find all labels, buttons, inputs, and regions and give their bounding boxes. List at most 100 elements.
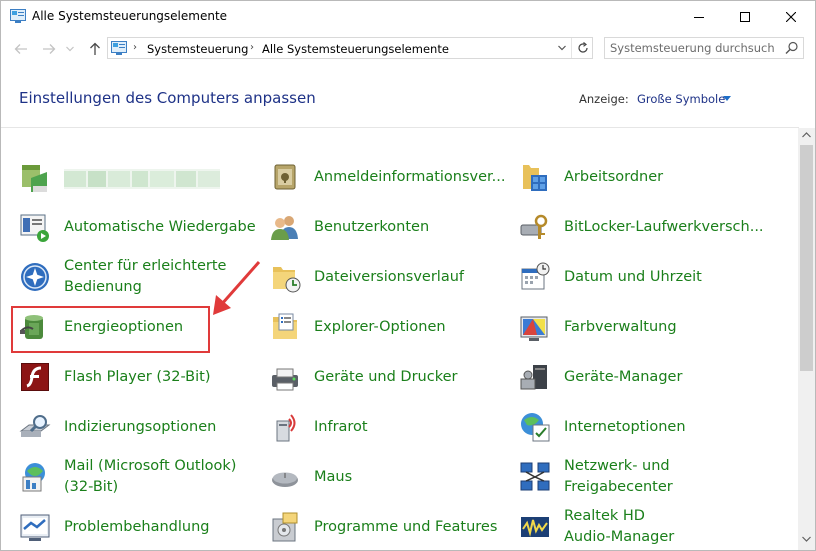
item-netzwerk-und-freigabecenter[interactable]: Netzwerk- und Freigabecenter — [519, 455, 779, 499]
minimize-icon — [694, 16, 704, 18]
address-bar[interactable]: › Systemsteuerung › Alle Systemsteuerung… — [107, 37, 593, 59]
item-geraete-manager[interactable]: Geräte-Manager — [519, 355, 779, 399]
scroll-down-icon[interactable] — [802, 536, 811, 542]
item-indizierungsoptionen[interactable]: Indizierungsoptionen — [19, 405, 259, 449]
item-label: Flash Player (32-Bit) — [64, 368, 211, 385]
window-title: Alle Systemsteuerungselemente — [32, 9, 228, 23]
item-problembehandlung[interactable]: Problembehandlung — [19, 505, 259, 549]
scroll-thumb[interactable] — [800, 145, 813, 371]
recent-locations-button[interactable] — [63, 41, 77, 57]
dropdown-triangle-icon[interactable] — [723, 96, 731, 101]
up-button[interactable] — [85, 41, 105, 57]
vertical-scrollbar[interactable] — [798, 128, 815, 550]
item-dateiversionsverlauf[interactable]: Dateiversionsverlauf — [269, 255, 509, 299]
troubleshooting-icon — [20, 514, 50, 541]
page-title: Einstellungen des Computers anpassen — [19, 89, 316, 107]
item-label: Farbverwaltung — [564, 318, 677, 335]
search-box[interactable] — [604, 37, 804, 59]
item-benutzerkonten[interactable]: Benutzerkonten — [269, 205, 509, 249]
title-bar: Alle Systemsteuerungselemente — [1, 1, 815, 32]
color-management-icon — [520, 316, 548, 341]
close-icon — [786, 11, 796, 22]
item-bitlocker[interactable]: BitLocker-Laufwerkversch... — [519, 205, 779, 249]
scroll-up-icon[interactable] — [802, 132, 811, 138]
item-label: Dateiversionsverlauf — [314, 268, 465, 285]
item-datum-und-uhrzeit[interactable]: Datum und Uhrzeit — [519, 255, 779, 299]
search-input[interactable] — [610, 40, 775, 56]
search-icon[interactable] — [785, 41, 799, 55]
credential-manager-icon — [274, 164, 296, 190]
item-realtek-hd-audio-manager[interactable]: Realtek HD Audio-Manager — [519, 505, 779, 549]
item-automatische-wiedergabe[interactable]: Automatische Wiedergabe — [19, 205, 259, 249]
item-maus[interactable]: Maus — [269, 455, 509, 499]
flash-icon — [21, 363, 49, 391]
breadcrumb-all-items[interactable]: Alle Systemsteuerungselemente — [262, 42, 449, 56]
item-label: Maus — [314, 468, 353, 485]
item-label: Netzwerk- und Freigabecenter — [564, 458, 673, 495]
item-arbeitsordner[interactable]: Arbeitsordner — [519, 155, 779, 199]
forward-button[interactable] — [39, 41, 59, 57]
minimize-button[interactable] — [676, 1, 722, 32]
control-panel-window: Alle Systemsteuerungselemente › Systemst — [0, 0, 816, 551]
address-dropdown-button[interactable] — [553, 38, 571, 58]
item-label: Problembehandlung — [64, 518, 210, 535]
mail-icon — [22, 463, 45, 492]
indexing-icon — [19, 415, 51, 437]
item-explorer-optionen[interactable]: Explorer-Optionen — [269, 305, 509, 349]
highlight-box — [11, 306, 210, 353]
item-label: Infrarot — [314, 418, 368, 435]
file-history-icon — [273, 267, 301, 293]
chevron-down-icon — [558, 45, 566, 51]
item-label: Geräte und Drucker — [314, 368, 458, 385]
view-label: Anzeige: — [579, 92, 629, 106]
maximize-icon — [740, 11, 750, 22]
close-button[interactable] — [768, 1, 814, 32]
annotation-arrow-icon — [213, 261, 261, 315]
internet-options-icon — [521, 413, 550, 442]
chevron-right-icon[interactable]: › — [250, 42, 254, 53]
programs-features-icon — [272, 512, 298, 542]
item-infrarot[interactable]: Infrarot — [269, 405, 509, 449]
item-label: Automatische Wiedergabe — [64, 218, 256, 235]
maximize-button[interactable] — [722, 1, 768, 32]
refresh-icon — [577, 42, 588, 53]
user-accounts-icon — [271, 216, 298, 240]
date-time-icon — [521, 262, 550, 290]
device-manager-icon — [520, 365, 547, 390]
item-label: Realtek HD Audio-Manager — [564, 508, 675, 545]
infrared-icon — [276, 414, 296, 442]
breadcrumb-systemsteuerung[interactable]: Systemsteuerung — [147, 42, 248, 56]
item-farbverwaltung[interactable]: Farbverwaltung — [519, 305, 779, 349]
refresh-button[interactable] — [571, 38, 593, 58]
autoplay-icon — [20, 214, 49, 242]
chevron-right-icon[interactable]: › — [133, 42, 137, 53]
view-mode-dropdown[interactable]: Große Symbole — [637, 92, 725, 106]
control-panel-icon — [10, 9, 26, 23]
mouse-icon — [272, 472, 298, 487]
item-label: Programme und Features — [314, 518, 498, 535]
back-button[interactable] — [11, 41, 31, 57]
redacted-label — [64, 169, 220, 189]
bitlocker-icon — [520, 214, 548, 239]
item-flash-player[interactable]: Flash Player (32-Bit) — [19, 355, 259, 399]
realtek-audio-icon — [521, 517, 549, 537]
work-folders-icon — [523, 165, 547, 191]
up-arrow-icon — [90, 42, 100, 55]
ease-of-access-icon — [21, 263, 49, 291]
item-label: Geräte-Manager — [564, 368, 683, 385]
blurred-app-icon — [22, 165, 47, 192]
item-label: Benutzerkonten — [314, 218, 430, 235]
item-programme-und-features[interactable]: Programme und Features — [269, 505, 509, 549]
item-label: BitLocker-Laufwerkversch... — [564, 218, 764, 235]
control-panel-icon — [111, 41, 127, 55]
back-arrow-icon — [14, 44, 27, 54]
item-geraete-und-drucker[interactable]: Geräte und Drucker — [269, 355, 509, 399]
item-internetoptionen[interactable]: Internetoptionen — [519, 405, 779, 449]
item-anmeldeinformationsverwaltung[interactable]: Anmeldeinformationsver... — [269, 155, 509, 199]
chevron-down-icon — [66, 46, 74, 52]
item-label: Mail (Microsoft Outlook) (32-Bit) — [64, 458, 237, 495]
devices-printers-icon — [272, 368, 298, 391]
item-mail[interactable]: Mail (Microsoft Outlook) (32-Bit) — [19, 455, 259, 499]
forward-arrow-icon — [43, 44, 56, 54]
item-label: Arbeitsordner — [564, 168, 664, 185]
